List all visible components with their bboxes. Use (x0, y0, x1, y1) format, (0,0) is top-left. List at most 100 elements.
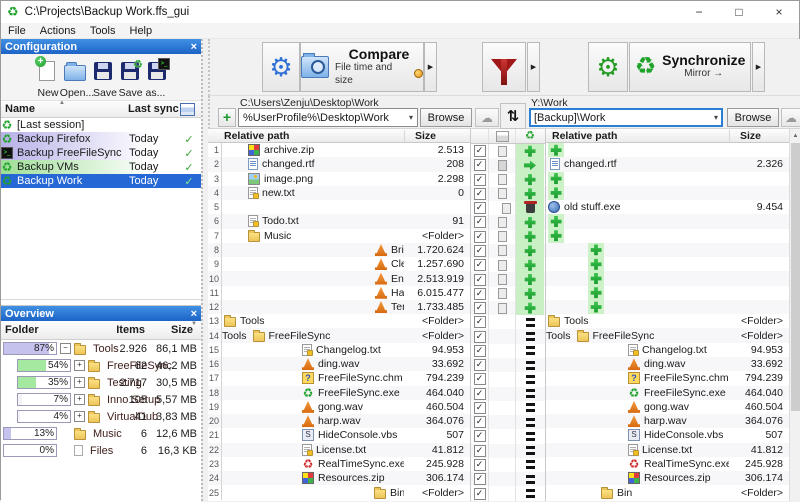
action-row[interactable]: ✓ (471, 401, 545, 415)
action-cell[interactable] (515, 287, 544, 301)
save-as-batch-button[interactable]: >_ (144, 57, 170, 85)
file-row[interactable]: 25Bin<Folder> (208, 485, 470, 499)
file-row[interactable]: 14ToolsFreeFileSync<Folder> (208, 328, 470, 342)
vertical-scrollbar[interactable]: ▲ (789, 129, 800, 501)
column-size[interactable]: Size (729, 130, 789, 142)
action-row[interactable]: ✓ (471, 244, 545, 258)
file-row[interactable]: Tools<Folder> (546, 314, 789, 328)
include-checkbox[interactable]: ✓ (474, 473, 486, 485)
overview-close-icon[interactable]: × (191, 308, 197, 320)
include-checkbox[interactable]: ✓ (474, 159, 486, 171)
file-row[interactable] (546, 243, 789, 257)
include-checkbox[interactable]: ✓ (474, 145, 486, 157)
include-checkbox[interactable]: ✓ (474, 331, 486, 343)
action-row[interactable]: ✓ (471, 230, 545, 244)
include-checkbox[interactable]: ✓ (474, 359, 486, 371)
expand-icon[interactable]: + (74, 360, 85, 371)
action-cell[interactable] (515, 258, 544, 272)
dock-splitter[interactable] (201, 39, 208, 501)
file-row[interactable]: 8Bright Wish.mp31.720.624 (208, 243, 470, 257)
file-row[interactable]: old stuff.exe9.454 (546, 200, 789, 214)
action-row[interactable]: ✓ (471, 344, 545, 358)
column-size[interactable]: Size (171, 324, 193, 336)
file-row[interactable]: 10Energy.mp32.513.919 (208, 271, 470, 285)
column-settings-icon[interactable] (180, 103, 195, 116)
new-config-button[interactable] (34, 57, 60, 85)
include-checkbox[interactable]: ✓ (474, 245, 486, 257)
action-row[interactable]: ✓ (471, 287, 545, 301)
include-checkbox[interactable]: ✓ (474, 231, 486, 243)
column-folder[interactable]: Folder (5, 324, 39, 336)
left-folder-combo[interactable]: %UserProfile%\Desktop\Work ▾ (238, 108, 418, 127)
minimize-button[interactable]: − (679, 1, 719, 23)
include-checkbox[interactable]: ✓ (474, 316, 486, 328)
include-checkbox[interactable]: ✓ (474, 174, 486, 186)
action-cell[interactable] (515, 244, 544, 258)
include-checkbox[interactable]: ✓ (474, 288, 486, 300)
include-checkbox[interactable]: ✓ (474, 302, 486, 314)
action-row[interactable]: ✓ (471, 458, 545, 472)
file-row[interactable]: Changelog.txt94.953 (546, 343, 789, 357)
file-row[interactable] (546, 257, 789, 271)
file-row[interactable]: 11Happy-electronic-music.mp36.015.477 (208, 286, 470, 300)
close-button[interactable]: × (759, 1, 799, 23)
action-row[interactable]: ✓ (471, 372, 545, 386)
file-row[interactable]: ?FreeFileSync.chm794.239 (546, 371, 789, 385)
action-row[interactable]: ✓ (471, 486, 545, 500)
action-cell[interactable] (515, 358, 544, 372)
action-cell[interactable] (515, 415, 544, 429)
filter-button[interactable] (482, 42, 526, 92)
action-cell[interactable] (515, 472, 544, 486)
menu-help[interactable]: Help (123, 25, 160, 37)
action-row[interactable]: ✓ (471, 387, 545, 401)
file-row[interactable]: SHideConsole.vbs507 (546, 428, 789, 442)
action-row[interactable]: ✓ (471, 173, 545, 187)
category-column-header[interactable] (488, 129, 515, 143)
right-folder-combo[interactable]: [Backup]\Work ▾ (529, 108, 723, 127)
file-row[interactable]: changed.rtf2.326 (546, 157, 789, 171)
expand-icon[interactable]: + (74, 394, 85, 405)
file-row[interactable] (546, 143, 789, 157)
include-checkbox[interactable]: ✓ (474, 274, 486, 286)
file-row[interactable] (546, 271, 789, 285)
include-checkbox[interactable]: ✓ (474, 402, 486, 414)
file-row[interactable]: 24Resources.zip306.174 (208, 471, 470, 485)
file-row[interactable]: 21SHideConsole.vbs507 (208, 428, 470, 442)
file-row[interactable]: 1archive.zip2.513 (208, 143, 470, 157)
overview-row[interactable]: 13%+Music612,6 MB (1, 425, 201, 442)
action-row[interactable]: ✓ (471, 315, 545, 329)
right-cloud-button[interactable]: ☁ (781, 108, 800, 127)
overview-row[interactable]: 87%−Tools2.92686,1 MB (1, 340, 201, 357)
checkbox-column-header[interactable] (471, 129, 488, 143)
file-row[interactable]: 16ding.wav33.692 (208, 357, 470, 371)
action-cell[interactable] (515, 444, 544, 458)
include-checkbox[interactable]: ✓ (474, 459, 486, 471)
action-cell[interactable] (515, 315, 544, 329)
synchronize-dropdown-button[interactable]: ▶ (752, 42, 765, 92)
sync-settings-button[interactable]: ⚙ (588, 42, 628, 92)
overview-row[interactable]: 54%+FreeFileSync6246,2 MB (1, 357, 201, 374)
left-browse-button[interactable]: Browse (420, 108, 472, 127)
action-cell[interactable] (515, 201, 544, 215)
file-row[interactable]: harp.wav364.076 (546, 414, 789, 428)
config-row[interactable]: ♻Backup WorkToday✓ (1, 174, 201, 188)
swap-sides-button[interactable]: ⇅ (500, 103, 526, 129)
include-checkbox[interactable]: ✓ (474, 488, 486, 500)
expand-icon[interactable]: + (74, 411, 85, 422)
overview-row[interactable]: 35%+Testing2.71730,5 MB (1, 374, 201, 391)
action-row[interactable]: ✓ (471, 415, 545, 429)
config-row[interactable]: >_Backup FreeFileSyncToday✓ (1, 146, 201, 160)
include-checkbox[interactable]: ✓ (474, 445, 486, 457)
scroll-up-icon[interactable]: ▲ (790, 129, 800, 142)
action-row[interactable]: ✓ (471, 144, 545, 158)
save-as-sync-button[interactable]: ♻ (117, 57, 143, 85)
action-cell[interactable] (515, 301, 544, 315)
include-checkbox[interactable]: ✓ (474, 345, 486, 357)
file-row[interactable] (546, 300, 789, 314)
include-checkbox[interactable]: ✓ (474, 216, 486, 228)
file-row[interactable] (546, 172, 789, 186)
action-cell[interactable] (515, 458, 544, 472)
config-row[interactable]: ♻Backup VMsToday✓ (1, 160, 201, 174)
action-row[interactable]: ✓ (471, 187, 545, 201)
file-row[interactable]: 20harp.wav364.076 (208, 414, 470, 428)
